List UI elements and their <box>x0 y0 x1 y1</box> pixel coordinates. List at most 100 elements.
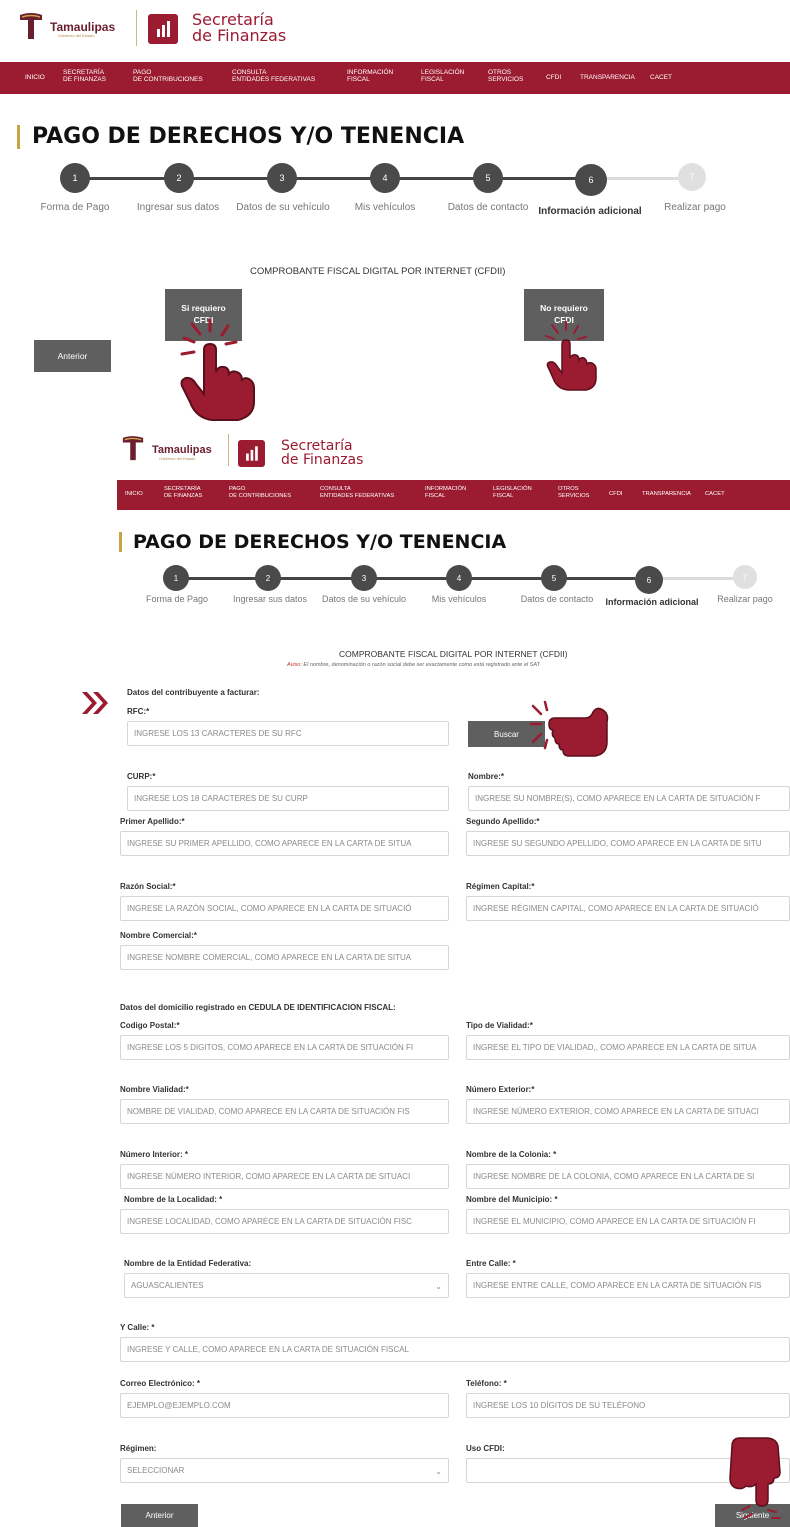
brand-state-name: Tamaulipas <box>50 20 116 34</box>
nav-item-consulta[interactable]: CONSULTA ENTIDADES FEDERATIVAS <box>232 69 315 84</box>
step-label-7: Realizar pago <box>717 594 773 604</box>
step-label-2: Ingresar sus datos <box>136 202 220 213</box>
nav-item-consulta[interactable]: CONSULTA ENTIDADES FEDERATIVAS <box>320 486 394 499</box>
section-domicilio: Datos del domicilio registrado en CEDULA… <box>120 1003 396 1012</box>
regimen-capital-input[interactable]: INGRESE RÉGIMEN CAPITAL, COMO APARECE EN… <box>466 896 790 921</box>
chevron-down-icon: ⌄ <box>435 1282 442 1291</box>
segundo-apellido-input[interactable]: INGRESE SU SEGUNDO APELLIDO, COMO APAREC… <box>466 831 790 856</box>
tamaulipas-logo-icon <box>20 13 42 39</box>
pointing-hand-icon <box>729 1437 781 1519</box>
telefono-input[interactable]: INGRESE LOS 10 DÍGITOS DE SU TELÉFONO <box>466 1393 790 1418</box>
nav-item-cacet[interactable]: CACET <box>650 74 672 81</box>
brand-state-name: Tamaulipas <box>152 444 212 456</box>
step-dot-6: 6 <box>575 164 607 196</box>
cfdi-heading: COMPROBANTE FISCAL DIGITAL POR INTERNET … <box>250 266 506 277</box>
regimen-capital-label: Régimen Capital:* <box>466 882 535 891</box>
step-dot-3: 3 <box>267 163 297 193</box>
step-dot-5: 5 <box>473 163 503 193</box>
nav-item-pago[interactable]: PAGO DE CONTRIBUCIONES <box>133 69 203 84</box>
nav-item-transparencia[interactable]: TRANSPARENCIA <box>642 491 691 498</box>
primer-apellido-label: Primer Apellido:* <box>120 817 185 826</box>
step-dot-2: 2 <box>255 565 281 591</box>
title-accent <box>17 125 20 149</box>
step-dot-7: 7 <box>733 565 757 589</box>
nav-item-transparencia[interactable]: TRANSPARENCIA <box>580 74 635 81</box>
header-2: Tamaulipas Gobierno del Estado Secretarí… <box>117 426 790 474</box>
anterior-button-2[interactable]: Anterior <box>121 1504 198 1527</box>
nav-item-cacet[interactable]: CACET <box>705 491 725 498</box>
nav-item-informacion[interactable]: INFORMACIÓN FISCAL <box>425 486 466 499</box>
step-dot-7: 7 <box>678 163 706 191</box>
tipo-vialidad-input[interactable]: INGRESE EL TIPO DE VIALIDAD,, COMO APARE… <box>466 1035 790 1060</box>
nav-item-inicio[interactable]: INICIO <box>25 74 45 81</box>
page-title: PAGO DE DERECHOS Y/O TENENCIA <box>32 124 465 149</box>
nombre-colonia-input[interactable]: INGRESE NOMBRE DE LA COLONIA, COMO APARE… <box>466 1164 790 1189</box>
main-nav-2: INICIO SECRETARÍA DE FINANZAS PAGO DE CO… <box>117 480 790 510</box>
title-accent <box>119 532 122 552</box>
numero-exterior-label: Número Exterior:* <box>466 1085 535 1094</box>
main-nav-1: INICIO SECRETARÍA DE FINANZAS PAGO DE CO… <box>0 62 790 94</box>
regimen-label: Régimen: <box>120 1444 157 1453</box>
nav-item-pago[interactable]: PAGO DE CONTRIBUCIONES <box>229 486 291 499</box>
nombre-localidad-input[interactable]: INGRESE LOCALIDAD, COMO APARECE EN LA CA… <box>120 1209 449 1234</box>
page-title: PAGO DE DERECHOS Y/O TENENCIA <box>133 531 507 553</box>
primer-apellido-input[interactable]: INGRESE SU PRIMER APELLIDO, COMO APARECE… <box>120 831 449 856</box>
nombre-localidad-label: Nombre de la Localidad: * <box>124 1195 223 1204</box>
uso-cfdi-label: Uso CFDI: <box>466 1444 505 1453</box>
numero-interior-input[interactable]: INGRESE NÚMERO INTERIOR, COMO APARECE EN… <box>120 1164 449 1189</box>
regimen-select[interactable]: SELECCIONAR ⌄ <box>120 1458 449 1483</box>
stepper-line <box>73 177 590 180</box>
sat-notice: Aviso: El nombre, denominación o razón s… <box>287 662 540 668</box>
step-dot-6: 6 <box>635 566 663 594</box>
header-divider <box>228 434 229 466</box>
pointing-hand-icon <box>529 700 609 757</box>
step-label-5: Datos de contacto <box>520 594 594 604</box>
nav-item-cfdi[interactable]: CFDI <box>546 74 561 81</box>
curp-input[interactable]: INGRESE LOS 18 CARACTERES DE SU CURP <box>127 786 449 811</box>
brand-state-sub: Gobierno del Estado <box>159 456 196 461</box>
nav-item-cfdi[interactable]: CFDI <box>609 491 623 498</box>
secretaria-line2: de Finanzas <box>192 26 287 45</box>
anterior-button-1[interactable]: Anterior <box>34 340 111 372</box>
entidad-federativa-label: Nombre de la Entidad Federativa: <box>124 1259 252 1268</box>
step-dot-3: 3 <box>351 565 377 591</box>
brand-state-sub: Gobierno del Estado <box>58 33 95 38</box>
correo-input[interactable]: EJEMPLO@EJEMPLO.COM <box>120 1393 449 1418</box>
nav-item-legislacion[interactable]: LEGISLACIÓN FISCAL <box>421 69 464 84</box>
step-label-3: Datos de su vehículo <box>321 594 407 604</box>
nav-item-inicio[interactable]: INICIO <box>125 491 143 498</box>
curp-label: CURP:* <box>127 772 156 781</box>
nombre-input[interactable]: INGRESE SU NOMBRE(S), COMO APARECE EN LA… <box>468 786 790 811</box>
codigo-postal-input[interactable]: INGRESE LOS 5 DIGITOS, COMO APARECE EN L… <box>120 1035 449 1060</box>
numero-interior-label: Número Interior: * <box>120 1150 189 1159</box>
double-chevron-icon <box>82 692 108 714</box>
nav-item-secretaria[interactable]: SECRETARÍA DE FINANZAS <box>63 69 106 84</box>
nav-item-legislacion[interactable]: LEGISLACIÓN FISCAL <box>493 486 532 499</box>
entre-calle-input[interactable]: INGRESE ENTRE CALLE, COMO APARECE EN LA … <box>466 1273 790 1298</box>
cfdi-heading: COMPROBANTE FISCAL DIGITAL POR INTERNET … <box>339 649 568 659</box>
nav-item-otros[interactable]: OTROS SERVICIOS <box>558 486 589 499</box>
step-label-2: Ingresar sus datos <box>232 594 308 604</box>
correo-label: Correo Electrónico: * <box>120 1379 201 1388</box>
rfc-input[interactable]: INGRESE LOS 13 CARACTERES DE SU RFC <box>127 721 449 746</box>
nav-item-otros[interactable]: OTROS SERVICIOS <box>488 69 523 84</box>
y-calle-label: Y Calle: * <box>120 1323 155 1332</box>
step-dot-5: 5 <box>541 565 567 591</box>
tamaulipas-logo-icon <box>122 436 144 461</box>
nombre-comercial-input[interactable]: INGRESE NOMBRE COMERCIAL, COMO APARECE E… <box>120 945 449 970</box>
nombre-vialidad-input[interactable]: NOMBRE DE VIALIDAD, COMO APARECE EN LA C… <box>120 1099 449 1124</box>
razon-social-label: Razón Social:* <box>120 882 176 891</box>
nav-item-informacion[interactable]: INFORMACIÓN FISCAL <box>347 69 393 84</box>
secretaria-line2: de Finanzas <box>281 452 364 468</box>
chevron-down-icon: ⌄ <box>435 1467 442 1476</box>
razon-social-input[interactable]: INGRESE LA RAZÓN SOCIAL, COMO APARECE EN… <box>120 896 449 921</box>
nombre-municipio-input[interactable]: INGRESE EL MUNICIPIO, COMO APARECE EN LA… <box>466 1209 790 1234</box>
entidad-federativa-select[interactable]: AGUASCALIENTES ⌄ <box>124 1273 449 1298</box>
step-dot-4: 4 <box>370 163 400 193</box>
y-calle-input[interactable]: INGRESE Y CALLE, COMO APARECE EN LA CART… <box>120 1337 790 1362</box>
numero-exterior-input[interactable]: INGRESE NÚMERO EXTERIOR, COMO APARECE EN… <box>466 1099 790 1124</box>
section-contribuyente: Datos del contribuyente a facturar: <box>127 688 260 697</box>
header-1: Tamaulipas Gobierno del Estado Secretarí… <box>0 0 790 56</box>
rfc-label: RFC:* <box>127 707 150 716</box>
nav-item-secretaria[interactable]: SECRETARÍA DE FINANZAS <box>164 486 202 499</box>
